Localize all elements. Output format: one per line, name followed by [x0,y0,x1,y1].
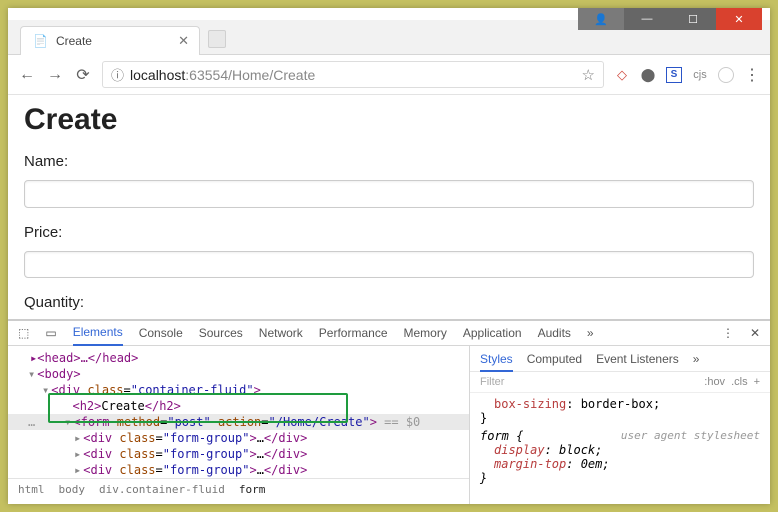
dom-node[interactable]: ▸<div class="form-group">…</div> [8,462,469,478]
dom-tree[interactable]: ▸<head>…</head> ▾<body> ▾<div class="con… [8,346,470,504]
price-input[interactable] [24,251,754,279]
tabs-overflow-icon[interactable]: » [693,352,700,367]
tab-performance[interactable]: Performance [319,326,388,340]
tab-favicon-icon: 📄 [33,34,48,48]
extension-icon[interactable]: ⬤ [640,67,656,83]
price-label: Price: [24,224,754,241]
tab-memory[interactable]: Memory [404,326,447,340]
browser-tab[interactable]: 📄 Create ✕ [20,26,200,55]
cls-toggle[interactable]: .cls [731,376,748,388]
page-content: Create Name: Price: Quantity: [8,95,770,319]
quantity-label: Quantity: [24,294,754,311]
name-input[interactable] [24,180,754,208]
toggle-device-icon[interactable]: ▭ [45,326,56,340]
dom-node[interactable]: <h2>Create</h2> [8,398,469,414]
forward-icon[interactable]: → [46,66,64,84]
address-bar: ← → ⟳ ⓘ localhost :63554 /Home/Create ☆ … [8,55,770,95]
close-window-button[interactable]: ✕ [716,8,762,30]
user-account-button[interactable]: 👤 [578,8,624,30]
devtools-body: ▸<head>…</head> ▾<body> ▾<div class="con… [8,346,770,504]
tab-elements[interactable]: Elements [73,325,123,346]
new-tab-button[interactable] [208,30,226,48]
styles-pane: Styles Computed Event Listeners » Filter… [470,346,770,504]
dom-node-selected[interactable]: … ▾<form method="post" action="/Home/Cre… [8,414,469,430]
dom-node[interactable]: ▾<div class="container-fluid"> [8,382,469,398]
name-label: Name: [24,153,754,170]
extension-icon[interactable]: S [666,67,682,83]
back-icon[interactable]: ← [18,66,36,84]
url-field[interactable]: ⓘ localhost :63554 /Home/Create ☆ [102,61,604,88]
styles-filter-input[interactable]: Filter [480,376,698,388]
extension-icon[interactable] [718,67,734,83]
window-controls: 👤 — ☐ ✕ [578,8,762,30]
extension-icon[interactable]: cjs [692,67,708,83]
tab-network[interactable]: Network [259,326,303,340]
browser-window: 👤 — ☐ ✕ 📄 Create ✕ ← → ⟳ ⓘ localhost :63… [8,8,770,504]
tab-title: Create [56,34,92,48]
dom-node[interactable]: ▸<div class="form-group">…</div> [8,430,469,446]
tab-styles[interactable]: Styles [480,352,513,372]
crumb-selected[interactable]: form [239,483,266,496]
tab-computed[interactable]: Computed [527,352,582,367]
maximize-button[interactable]: ☐ [670,8,716,30]
tab-sources[interactable]: Sources [199,326,243,340]
dom-node[interactable]: ▾<body> [8,366,469,382]
tab-audits[interactable]: Audits [538,326,571,340]
hov-toggle[interactable]: :hov [704,376,725,388]
styles-filter-bar: Filter :hov .cls + [470,372,770,393]
page-title: Create [24,103,754,137]
tabs-overflow-icon[interactable]: » [587,326,594,340]
url-port: :63554 [185,67,228,83]
styles-tabs: Styles Computed Event Listeners » [470,346,770,372]
bookmark-star-icon[interactable]: ☆ [582,66,595,84]
extension-icon[interactable]: ◇ [614,67,630,83]
tab-console[interactable]: Console [139,326,183,340]
close-tab-icon[interactable]: ✕ [178,33,189,49]
url-path: /Home/Create [228,67,315,83]
tab-application[interactable]: Application [463,326,522,340]
inspect-element-icon[interactable]: ⬚ [18,326,29,340]
tab-event-listeners[interactable]: Event Listeners [596,352,679,367]
devtools-close-icon[interactable]: ✕ [750,326,760,340]
crumb[interactable]: div.container-fluid [99,483,225,496]
crumb[interactable]: body [59,483,86,496]
reload-icon[interactable]: ⟳ [74,65,92,85]
dom-breadcrumb[interactable]: html body div.container-fluid form [8,478,469,500]
site-info-icon[interactable]: ⓘ [111,65,124,84]
devtools-menu-icon[interactable]: ⋮ [722,326,734,340]
devtools-panel: ⬚ ▭ Elements Console Sources Network Per… [8,319,770,504]
chrome-menu-icon[interactable]: ⋮ [744,65,760,85]
new-rule-icon[interactable]: + [754,376,760,388]
crumb[interactable]: html [18,483,45,496]
css-rules[interactable]: box-sizing: border-box; } user agent sty… [470,393,770,504]
minimize-button[interactable]: — [624,8,670,30]
devtools-toolbar: ⬚ ▭ Elements Console Sources Network Per… [8,321,770,346]
dom-node[interactable]: ▸<div class="form-group">…</div> [8,446,469,462]
dom-node[interactable]: ▸<head>…</head> [8,350,469,366]
url-host: localhost [130,67,185,83]
